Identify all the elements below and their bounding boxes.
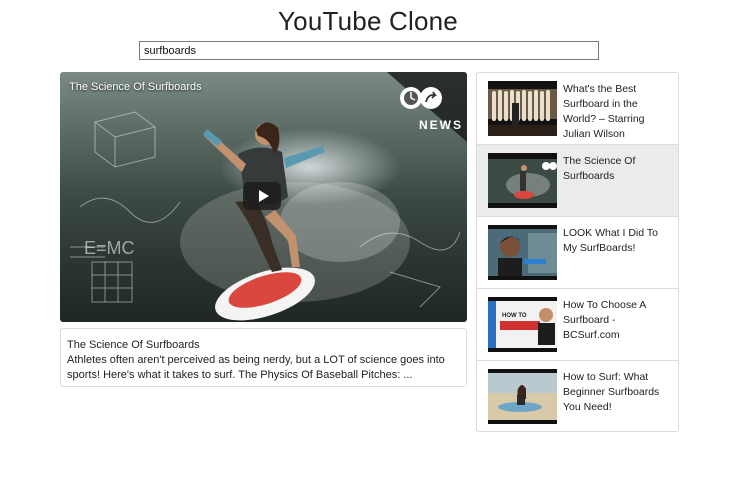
video-player[interactable]: E=MC The Science Of Surfboards NEWS [60,72,467,322]
video-list-item-title: The Science Of Surfboards [563,155,636,182]
video-list-item[interactable]: How to Surf: What Beginner Surfboards Yo… [477,361,678,431]
play-button[interactable] [243,182,281,210]
video-list-item[interactable]: LOOK What I Did To My SurfBoards! [477,217,678,289]
svg-text:E=MC: E=MC [84,238,135,258]
search-input[interactable] [139,41,599,60]
video-thumbnail [488,153,557,208]
video-list-item[interactable]: What's the Best Surfboard in the World? … [477,73,678,145]
video-list-item-title: LOOK What I Did To My SurfBoards! [563,227,658,254]
discovery-logo-icon[interactable] [397,78,443,118]
svg-text:HOW TO: HOW TO [502,313,527,319]
video-list-item-title: How To Choose A Surfboard - BCSurf.com [563,299,646,341]
video-details-panel: The Science Of Surfboards Athletes often… [60,328,467,387]
channel-news-label: NEWS [419,118,463,132]
play-icon [258,190,269,202]
app-title: YouTube Clone [278,6,458,36]
video-details-description: Athletes often aren't perceived as being… [67,354,445,381]
video-list-item-title: How to Surf: What Beginner Surfboards Yo… [563,371,660,413]
video-details-title: The Science Of Surfboards [67,339,200,351]
video-list-item-title: What's the Best Surfboard in the World? … [563,83,645,140]
video-thumbnail: HOW TO [488,297,557,352]
video-list-item[interactable]: The Science Of Surfboards [477,145,678,217]
video-list: What's the Best Surfboard in the World? … [476,72,679,432]
video-thumbnail [488,81,557,136]
video-thumbnail [488,369,557,424]
video-list-item[interactable]: HOW TO How To Choose A Surfboard - BCSur… [477,289,678,361]
player-video-title: The Science Of Surfboards [69,81,202,93]
video-thumbnail [488,225,557,280]
